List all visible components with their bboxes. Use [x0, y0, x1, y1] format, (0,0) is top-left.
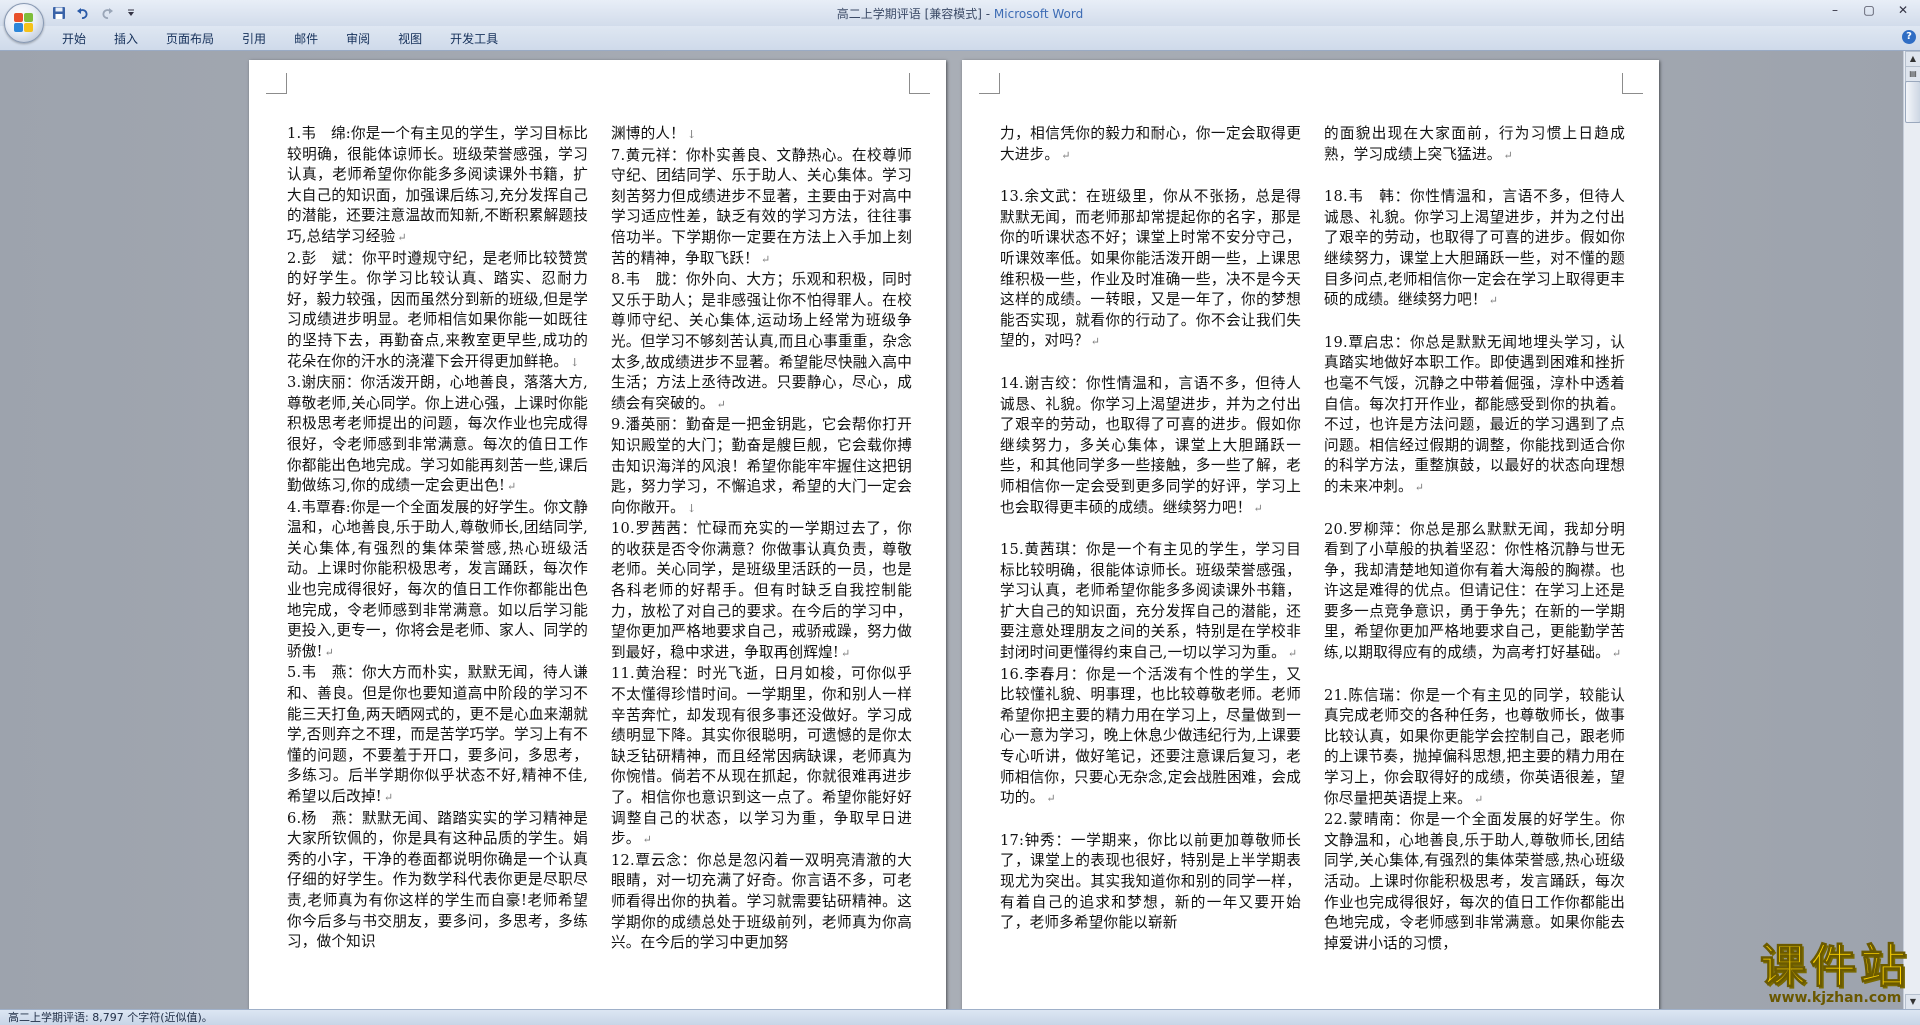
ribbon-tab-bar: 开始 插入 页面布局 引用 邮件 审阅 视图 开发工具 ?: [0, 26, 1920, 51]
page-right[interactable]: 力，相信凭你的毅力和耐心，你一定会取得更大进步。 ↵ 13.余文武：在班级里，你从…: [962, 60, 1659, 1010]
app-name: Microsoft Word: [993, 7, 1084, 21]
comment-paragraph: 20.罗柳萍：你总是那么默默无闻，我却分明看到了小草般的执着坚忍：你性格沉静与世…: [1324, 520, 1625, 662]
comment-paragraph: 3.谢庆丽：你活泼开朗，心地善良，落落大方,尊敬老师,关心同学。你上进心强，上课…: [287, 374, 588, 495]
help-icon[interactable]: ?: [1902, 30, 1916, 44]
minimize-button[interactable]: –: [1818, 0, 1852, 20]
comment-paragraph: 22.蒙晴南：你是一个全面发展的好学生。你文静温和，心地善良,乐于助人,尊敬师长…: [1324, 811, 1625, 952]
watermark-title: 课件站: [1760, 939, 1910, 993]
scroll-up-icon[interactable]: ▲: [1905, 51, 1920, 67]
crop-mark: [909, 73, 930, 94]
comment-paragraph: 1.韦 绵:你是一个有主见的学生，学习目标比较明确，很能体谅师长。班级荣誉感强，…: [287, 125, 588, 245]
status-word-count: 高二上学期评语: 8,797 个字符(近似值)。: [8, 1011, 213, 1024]
comment-paragraph: 2.彭 斌：你平时遵规守纪，是老师比较赞赏的好学生。你学习比较认真、踏实、忍耐力…: [287, 249, 588, 370]
comment-paragraph: 17:钟秀：一学期来，你比以前更加尊敬师长了，课堂上的表现也很好，特别是上半学期…: [1000, 831, 1301, 932]
comment-paragraph: 的面貌出现在大家面前，行为习惯上日趋成熟，学习成绩上突飞猛进。 ↵: [1324, 125, 1625, 163]
comment-paragraph: 14.谢吉绞：你性情温和，言语不多，但待人诚恳、礼貌。你学习上渴望进步，并为之付…: [1000, 374, 1301, 516]
comment-paragraph: 11.黄治程：时光飞逝，日月如梭，可你似乎不太懂得珍惜时间。一学期里，你和别人一…: [611, 665, 912, 848]
crop-mark: [979, 73, 1000, 94]
text-column[interactable]: 的面貌出现在大家面前，行为习惯上日趋成熟，学习成绩上突飞猛进。 ↵ 18.韦 韩：…: [1324, 124, 1625, 954]
ruler-toggle-icon[interactable]: ▤: [1905, 66, 1920, 82]
document-workspace[interactable]: 1.韦 绵:你是一个有主见的学生，学习目标比较明确，很能体谅师长。班级荣誉感强，…: [0, 51, 1904, 1010]
office-button[interactable]: [4, 3, 44, 43]
watermark-url: www.kjzhan.com: [1768, 990, 1902, 1006]
comment-paragraph: 10.罗茜茜：忙碌而充实的一学期过去了，你的收获是否令你满意？你做事认真负责，尊…: [611, 520, 912, 661]
tab-mailings[interactable]: 邮件: [280, 30, 332, 48]
status-bar: 高二上学期评语: 8,797 个字符(近似值)。: [0, 1009, 1920, 1025]
comment-paragraph: 19.覃启忠：你总是默默无闻地埋头学习，认真踏实地做好本职工作。即使遇到困难和挫…: [1324, 333, 1625, 495]
tab-developer[interactable]: 开发工具: [436, 30, 512, 48]
tab-insert[interactable]: 插入: [100, 30, 152, 48]
vertical-scrollbar[interactable]: ▲ ▤ ▼: [1903, 51, 1920, 1010]
comment-paragraph: 21.陈信瑞：你是一个有主见的同学，较能认真完成老师交的各种任务，也尊敬师长，做…: [1324, 686, 1625, 807]
comment-paragraph: 18.韦 韩：你性情温和，言语不多，但待人诚恳、礼貌。你学习上渴望进步，并为之付…: [1324, 188, 1625, 309]
tab-page-layout[interactable]: 页面布局: [152, 30, 228, 48]
crop-mark: [266, 73, 287, 94]
page-left[interactable]: 1.韦 绵:你是一个有主见的学生，学习目标比较明确，很能体谅师长。班级荣誉感强，…: [249, 60, 946, 1010]
site-watermark: 课件站 www.kjzhan.com: [1760, 939, 1910, 1007]
text-column[interactable]: 渊博的人！ ↓ 7.黄元祥：你朴实善良、文静热心。在校尊师守纪、团结同学、乐于助人…: [611, 124, 912, 954]
comment-paragraph: 力，相信凭你的毅力和耐心，你一定会取得更大进步。 ↵: [1000, 125, 1301, 163]
restore-button[interactable]: ▢: [1852, 0, 1886, 20]
scrollbar-thumb[interactable]: [1905, 81, 1920, 123]
tab-review[interactable]: 审阅: [332, 30, 384, 48]
title-bar: 高二上学期评语 [兼容模式] - Microsoft Word – ▢ ✕: [0, 0, 1920, 43]
office-logo-icon: [14, 13, 34, 33]
comment-paragraph: 12.覃云念：你总是忽闪着一双明亮清澈的大眼睛，对一切充满了好奇。你言语不多，可…: [611, 851, 912, 952]
tab-home[interactable]: 开始: [48, 30, 100, 48]
crop-mark: [1622, 73, 1643, 94]
comment-paragraph: 8.韦 胧：你外向、大方；乐观和积极，同时又乐于助人；是非感强让你不怕得罪人。在…: [611, 271, 912, 412]
window-title: 高二上学期评语 [兼容模式] - Microsoft Word: [0, 5, 1920, 22]
text-column[interactable]: 力，相信凭你的毅力和耐心，你一定会取得更大进步。 ↵ 13.余文武：在班级里，你从…: [1000, 124, 1301, 934]
comment-paragraph: 4.韦覃春:你是一个全面发展的好学生。你文静温和，心地善良,乐于助人,尊敬师长,…: [287, 498, 588, 660]
document-title: 高二上学期评语 [兼容模式] -: [836, 7, 994, 21]
comment-paragraph: 渊博的人！ ↓: [611, 125, 697, 142]
window-controls: – ▢ ✕: [1818, 0, 1920, 22]
comment-paragraph: 13.余文武：在班级里，你从不张扬，总是得默默无闻，而老师那却常提起你的名字，那…: [1000, 188, 1301, 350]
comment-paragraph: 15.黄茜琪：你是一个有主见的学生，学习目标比较明确，很能体谅师长。班级荣誉感强…: [1000, 541, 1301, 662]
comment-paragraph: 7.黄元祥：你朴实善良、文静热心。在校尊师守纪、团结同学、乐于助人、关心集体。学…: [611, 146, 912, 267]
tab-references[interactable]: 引用: [228, 30, 280, 48]
comment-paragraph: 9.潘英丽：勤奋是一把金钥匙，它会帮你打开知识殿堂的大门；勤奋是艘巨舰，它会载你…: [611, 416, 912, 516]
comment-paragraph: 16.李春月：你是一个活泼有个性的学生，又比较懂礼貌、明事理，也比较尊敬老师。老…: [1000, 665, 1301, 807]
text-column[interactable]: 1.韦 绵:你是一个有主见的学生，学习目标比较明确，很能体谅师长。班级荣誉感强，…: [287, 124, 588, 953]
close-button[interactable]: ✕: [1886, 0, 1920, 20]
tab-view[interactable]: 视图: [384, 30, 436, 48]
comment-paragraph: 6.杨 燕：默默无闻、踏踏实实的学习精神是大家所钦佩的，你是具有这种品质的学生。…: [287, 809, 588, 951]
comment-paragraph: 5.韦 燕：你大方而朴实，默默无闻，待人谦和、善良。但是你也要知道高中阶段的学习…: [287, 664, 588, 805]
